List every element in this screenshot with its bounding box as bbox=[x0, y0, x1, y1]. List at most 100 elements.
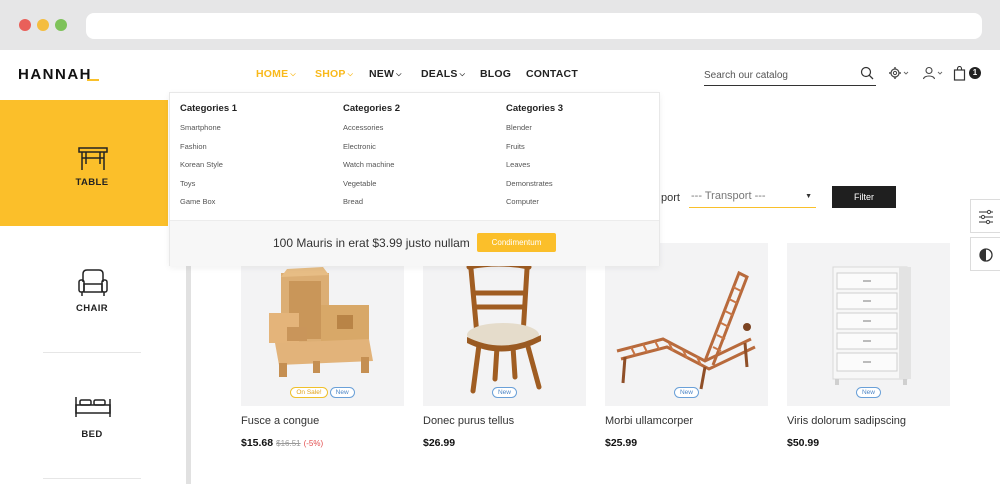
product-image[interactable] bbox=[787, 243, 950, 406]
armchair-icon bbox=[78, 269, 108, 296]
promo-text: 100 Mauris in erat $3.99 justo nullam bbox=[273, 236, 470, 250]
menu-link[interactable]: Watch machine bbox=[343, 160, 400, 179]
nav-item-new[interactable]: NEW ⌵ bbox=[369, 68, 402, 80]
chevron-down-icon: ⌵ bbox=[290, 71, 296, 78]
current-price: $25.99 bbox=[605, 437, 638, 449]
product-price: $15.68 $16.51 (-5%) bbox=[241, 437, 323, 449]
address-bar[interactable] bbox=[86, 13, 982, 39]
menu-link[interactable]: Blender bbox=[506, 123, 563, 142]
product-price: $25.99 bbox=[605, 437, 637, 449]
user-icon[interactable] bbox=[922, 66, 944, 80]
shop-mega-menu: Categories 1 Smartphone Fashion Korean S… bbox=[169, 92, 660, 266]
sidebar-item-label: CHAIR bbox=[75, 303, 109, 314]
cart-count-badge: 1 bbox=[969, 67, 981, 79]
lounger-image bbox=[616, 270, 756, 390]
transport-select[interactable]: --- Transport --- ▼ bbox=[689, 187, 816, 208]
nav-label: BLOG bbox=[480, 68, 512, 80]
old-price: $16.51 bbox=[276, 439, 301, 448]
nav-label: SHOP bbox=[315, 68, 346, 80]
mega-menu-column: Categories 2 Accessories Electronic Watc… bbox=[343, 103, 400, 216]
cart-icon[interactable] bbox=[953, 66, 967, 81]
product-image[interactable] bbox=[241, 243, 404, 406]
sidebar-item-table[interactable]: TABLE bbox=[0, 100, 168, 226]
contrast-icon bbox=[979, 248, 993, 262]
nav-label: CONTACT bbox=[526, 68, 578, 80]
page: HANNAH HOME ⌵ SHOP ⌵ NEW ⌵ DEALS ⌵ BLOG CONT… bbox=[0, 50, 1000, 484]
current-price: $15.68 bbox=[241, 437, 274, 449]
nav-label: NEW bbox=[369, 68, 395, 80]
chevron-down-icon: ⌵ bbox=[347, 71, 354, 78]
search-icon[interactable] bbox=[860, 66, 874, 80]
nav-label: HOME bbox=[256, 68, 289, 80]
menu-link[interactable]: Smartphone bbox=[180, 123, 237, 142]
new-badge: New bbox=[491, 387, 517, 398]
column-title: Categories 3 bbox=[506, 103, 564, 114]
search-input[interactable] bbox=[704, 67, 854, 83]
menu-link[interactable]: Bread bbox=[343, 197, 400, 216]
column-title: Categories 1 bbox=[180, 103, 238, 114]
menu-link[interactable]: Fruits bbox=[506, 142, 563, 161]
category-sidebar: TABLE CHAIR BED bbox=[0, 100, 186, 484]
product-name[interactable]: Viris dolorum sadipscing bbox=[787, 415, 906, 427]
nav-item-contact[interactable]: CONTACT bbox=[526, 68, 578, 80]
product-price: $26.99 bbox=[423, 437, 455, 449]
sidebar-item-chair[interactable]: CHAIR bbox=[0, 226, 168, 352]
promo-button[interactable]: Condimentum bbox=[477, 233, 556, 252]
menu-link[interactable]: Computer bbox=[506, 197, 563, 216]
new-badge: New bbox=[673, 387, 699, 398]
nav-item-shop[interactable]: SHOP ⌵ bbox=[315, 68, 353, 80]
product-image[interactable] bbox=[423, 243, 586, 406]
column-title: Categories 2 bbox=[343, 103, 401, 114]
chevron-down-icon: ⌵ bbox=[396, 71, 402, 78]
discount: (-5%) bbox=[303, 439, 324, 448]
theme-toggle-button[interactable] bbox=[970, 237, 1000, 271]
product-name[interactable]: Morbi ullamcorper bbox=[605, 415, 693, 427]
menu-link[interactable]: Leaves bbox=[506, 160, 563, 179]
menu-link[interactable]: Electronic bbox=[343, 142, 400, 161]
maximize-window-button[interactable] bbox=[55, 19, 67, 31]
browser-window: HANNAH HOME ⌵ SHOP ⌵ NEW ⌵ DEALS ⌵ BLOG CONT… bbox=[0, 0, 1000, 484]
current-price: $50.99 bbox=[787, 437, 820, 449]
product-price: $50.99 bbox=[787, 437, 819, 449]
current-price: $26.99 bbox=[423, 437, 456, 449]
chevron-down-icon: ⌵ bbox=[459, 71, 466, 78]
menu-link[interactable]: Toys bbox=[180, 179, 237, 198]
product-name[interactable]: Donec purus tellus bbox=[423, 415, 514, 427]
sliders-icon bbox=[979, 209, 993, 225]
search-box bbox=[704, 66, 876, 86]
filters-toggle-button[interactable] bbox=[970, 199, 1000, 233]
sidebar-item-bed[interactable]: BED bbox=[0, 353, 168, 479]
nav-item-home[interactable]: HOME ⌵ bbox=[256, 68, 296, 80]
filter-button[interactable]: Filter bbox=[832, 186, 896, 208]
sidebar-item-label: TABLE bbox=[75, 177, 109, 188]
settings-icon[interactable] bbox=[888, 66, 910, 80]
sidebar-item-label: BED bbox=[81, 429, 103, 440]
new-badge: New bbox=[329, 387, 355, 398]
browser-chrome bbox=[0, 0, 1000, 50]
product-image[interactable] bbox=[605, 243, 768, 406]
menu-link[interactable]: Demonstrates bbox=[506, 179, 563, 198]
new-badge: New bbox=[855, 387, 881, 398]
minimize-window-button[interactable] bbox=[37, 19, 49, 31]
badge-group: On Sale! New bbox=[241, 387, 404, 398]
caret-down-icon: ▼ bbox=[805, 193, 812, 200]
dresser-image bbox=[832, 266, 911, 385]
mega-menu-column: Categories 1 Smartphone Fashion Korean S… bbox=[180, 103, 237, 216]
menu-link[interactable]: Fashion bbox=[180, 142, 237, 161]
chair-image bbox=[466, 261, 542, 394]
menu-link[interactable]: Game Box bbox=[180, 197, 237, 216]
nav-item-blog[interactable]: BLOG bbox=[480, 68, 511, 80]
on-sale-badge: On Sale! bbox=[290, 387, 328, 398]
mega-menu-column: Categories 3 Blender Fruits Leaves Demon… bbox=[506, 103, 563, 216]
bed-icon bbox=[75, 397, 111, 417]
menu-link[interactable]: Vegetable bbox=[343, 179, 400, 198]
divider bbox=[43, 478, 141, 479]
close-window-button[interactable] bbox=[19, 19, 31, 31]
badge-group: New bbox=[787, 387, 950, 398]
badge-group: New bbox=[605, 387, 768, 398]
menu-link[interactable]: Accessories bbox=[343, 123, 400, 142]
nav-item-deals[interactable]: DEALS ⌵ bbox=[421, 68, 465, 80]
menu-link[interactable]: Korean Style bbox=[180, 160, 237, 179]
mega-menu-promo: 100 Mauris in erat $3.99 justo nullam Co… bbox=[170, 220, 659, 266]
product-name[interactable]: Fusce a congue bbox=[241, 415, 319, 427]
